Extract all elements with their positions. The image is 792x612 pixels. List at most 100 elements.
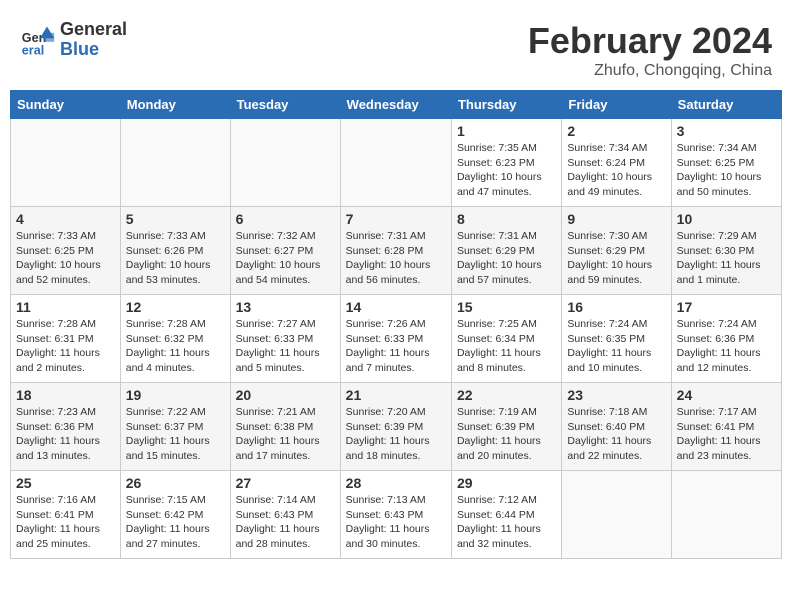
day-number: 14 <box>346 299 446 315</box>
day-info: Sunrise: 7:17 AMSunset: 6:41 PMDaylight:… <box>677 405 776 464</box>
day-info: Sunrise: 7:12 AMSunset: 6:44 PMDaylight:… <box>457 493 556 552</box>
calendar-cell: 2Sunrise: 7:34 AMSunset: 6:24 PMDaylight… <box>562 119 671 207</box>
day-number: 16 <box>567 299 665 315</box>
calendar-cell: 29 Sunrise: 7:12 AMSunset: 6:44 PMDayligh… <box>451 471 561 559</box>
day-info: Sunrise: 7:24 AMSunset: 6:35 PMDaylight:… <box>567 317 665 376</box>
weekday-header-tuesday: Tuesday <box>230 91 340 119</box>
day-info: Sunrise: 7:34 AMSunset: 6:25 PMDaylight:… <box>677 141 776 200</box>
calendar-cell: 23 Sunrise: 7:18 AMSunset: 6:40 PMDayligh… <box>562 383 671 471</box>
title-area: February 2024 Zhufo, Chongqing, China <box>528 20 772 80</box>
header: Gen eral General Blue February 2024 Zhuf… <box>10 10 782 85</box>
day-number: 7 <box>346 211 446 227</box>
day-number: 18 <box>16 387 115 403</box>
day-number: 21 <box>346 387 446 403</box>
day-number: 8 <box>457 211 556 227</box>
day-info: Sunrise: 7:13 AMSunset: 6:43 PMDaylight:… <box>346 493 446 552</box>
day-info: Sunrise: 7:29 AMSunset: 6:30 PMDaylight:… <box>677 229 776 288</box>
day-number: 20 <box>236 387 335 403</box>
day-info: Sunrise: 7:18 AMSunset: 6:40 PMDaylight:… <box>567 405 665 464</box>
logo-blue-text: Blue <box>60 40 127 60</box>
calendar-cell: 14 Sunrise: 7:26 AMSunset: 6:33 PMDayligh… <box>340 295 451 383</box>
calendar-cell <box>562 471 671 559</box>
calendar-cell: 28Sunrise: 7:13 AMSunset: 6:43 PMDayligh… <box>340 471 451 559</box>
month-year: February 2024 <box>528 20 772 62</box>
logo: Gen eral General Blue <box>20 20 127 60</box>
calendar-cell: 16 Sunrise: 7:24 AMSunset: 6:35 PMDayligh… <box>562 295 671 383</box>
calendar-cell: 12 Sunrise: 7:28 AMSunset: 6:32 PMDayligh… <box>120 295 230 383</box>
day-number: 3 <box>677 123 776 139</box>
calendar-week-row: 18 Sunrise: 7:23 AMSunset: 6:36 PMDayligh… <box>11 383 782 471</box>
svg-text:eral: eral <box>22 43 44 57</box>
day-number: 22 <box>457 387 556 403</box>
weekday-header-monday: Monday <box>120 91 230 119</box>
day-info: Sunrise: 7:30 AMSunset: 6:29 PMDaylight:… <box>567 229 665 288</box>
day-info: Sunrise: 7:20 AMSunset: 6:39 PMDaylight:… <box>346 405 446 464</box>
day-number: 12 <box>126 299 225 315</box>
day-info: Sunrise: 7:35 AMSunset: 6:23 PMDaylight:… <box>457 141 556 200</box>
day-number: 1 <box>457 123 556 139</box>
calendar-cell: 20Sunrise: 7:21 AMSunset: 6:38 PMDayligh… <box>230 383 340 471</box>
day-info: Sunrise: 7:16 AMSunset: 6:41 PMDaylight:… <box>16 493 115 552</box>
calendar-cell: 9Sunrise: 7:30 AMSunset: 6:29 PMDaylight… <box>562 207 671 295</box>
calendar-cell: 5Sunrise: 7:33 AMSunset: 6:26 PMDaylight… <box>120 207 230 295</box>
calendar-cell <box>120 119 230 207</box>
day-info: Sunrise: 7:22 AMSunset: 6:37 PMDaylight:… <box>126 405 225 464</box>
logo-text: General Blue <box>60 20 127 60</box>
calendar-cell <box>671 471 781 559</box>
logo-icon: Gen eral <box>20 22 56 58</box>
calendar-cell: 3 Sunrise: 7:34 AMSunset: 6:25 PMDaylight… <box>671 119 781 207</box>
day-info: Sunrise: 7:23 AMSunset: 6:36 PMDaylight:… <box>16 405 115 464</box>
day-number: 13 <box>236 299 335 315</box>
day-info: Sunrise: 7:15 AMSunset: 6:42 PMDaylight:… <box>126 493 225 552</box>
day-number: 10 <box>677 211 776 227</box>
day-info: Sunrise: 7:32 AMSunset: 6:27 PMDaylight:… <box>236 229 335 288</box>
day-number: 2 <box>567 123 665 139</box>
logo-general-text: General <box>60 20 127 40</box>
weekday-header-saturday: Saturday <box>671 91 781 119</box>
calendar-cell: 19 Sunrise: 7:22 AMSunset: 6:37 PMDayligh… <box>120 383 230 471</box>
calendar-cell: 27 Sunrise: 7:14 AMSunset: 6:43 PMDayligh… <box>230 471 340 559</box>
calendar-week-row: 11 Sunrise: 7:28 AMSunset: 6:31 PMDayligh… <box>11 295 782 383</box>
day-info: Sunrise: 7:14 AMSunset: 6:43 PMDaylight:… <box>236 493 335 552</box>
weekday-header-row: SundayMondayTuesdayWednesdayThursdayFrid… <box>11 91 782 119</box>
day-number: 11 <box>16 299 115 315</box>
calendar-cell: 8Sunrise: 7:31 AMSunset: 6:29 PMDaylight… <box>451 207 561 295</box>
weekday-header-sunday: Sunday <box>11 91 121 119</box>
day-number: 19 <box>126 387 225 403</box>
calendar-cell: 15 Sunrise: 7:25 AMSunset: 6:34 PMDayligh… <box>451 295 561 383</box>
day-number: 4 <box>16 211 115 227</box>
day-info: Sunrise: 7:25 AMSunset: 6:34 PMDaylight:… <box>457 317 556 376</box>
calendar-table: SundayMondayTuesdayWednesdayThursdayFrid… <box>10 90 782 559</box>
calendar-cell: 18 Sunrise: 7:23 AMSunset: 6:36 PMDayligh… <box>11 383 121 471</box>
day-number: 23 <box>567 387 665 403</box>
calendar-cell <box>340 119 451 207</box>
day-info: Sunrise: 7:27 AMSunset: 6:33 PMDaylight:… <box>236 317 335 376</box>
calendar-cell: 25 Sunrise: 7:16 AMSunset: 6:41 PMDayligh… <box>11 471 121 559</box>
calendar-cell: 11 Sunrise: 7:28 AMSunset: 6:31 PMDayligh… <box>11 295 121 383</box>
day-info: Sunrise: 7:26 AMSunset: 6:33 PMDaylight:… <box>346 317 446 376</box>
calendar-cell: 22 Sunrise: 7:19 AMSunset: 6:39 PMDayligh… <box>451 383 561 471</box>
calendar-cell <box>230 119 340 207</box>
calendar-cell: 24 Sunrise: 7:17 AMSunset: 6:41 PMDayligh… <box>671 383 781 471</box>
day-info: Sunrise: 7:28 AMSunset: 6:32 PMDaylight:… <box>126 317 225 376</box>
day-number: 27 <box>236 475 335 491</box>
day-number: 6 <box>236 211 335 227</box>
day-number: 15 <box>457 299 556 315</box>
calendar-cell: 17Sunrise: 7:24 AMSunset: 6:36 PMDayligh… <box>671 295 781 383</box>
calendar-cell: 1 Sunrise: 7:35 AMSunset: 6:23 PMDaylight… <box>451 119 561 207</box>
day-number: 26 <box>126 475 225 491</box>
calendar-cell: 10 Sunrise: 7:29 AMSunset: 6:30 PMDayligh… <box>671 207 781 295</box>
day-info: Sunrise: 7:19 AMSunset: 6:39 PMDaylight:… <box>457 405 556 464</box>
calendar-cell: 13 Sunrise: 7:27 AMSunset: 6:33 PMDayligh… <box>230 295 340 383</box>
day-info: Sunrise: 7:33 AMSunset: 6:26 PMDaylight:… <box>126 229 225 288</box>
day-number: 29 <box>457 475 556 491</box>
calendar-week-row: 4Sunrise: 7:33 AMSunset: 6:25 PMDaylight… <box>11 207 782 295</box>
day-number: 24 <box>677 387 776 403</box>
location: Zhufo, Chongqing, China <box>528 62 772 80</box>
day-info: Sunrise: 7:28 AMSunset: 6:31 PMDaylight:… <box>16 317 115 376</box>
calendar-cell <box>11 119 121 207</box>
day-number: 25 <box>16 475 115 491</box>
calendar-week-row: 1 Sunrise: 7:35 AMSunset: 6:23 PMDaylight… <box>11 119 782 207</box>
calendar-week-row: 25 Sunrise: 7:16 AMSunset: 6:41 PMDayligh… <box>11 471 782 559</box>
weekday-header-wednesday: Wednesday <box>340 91 451 119</box>
